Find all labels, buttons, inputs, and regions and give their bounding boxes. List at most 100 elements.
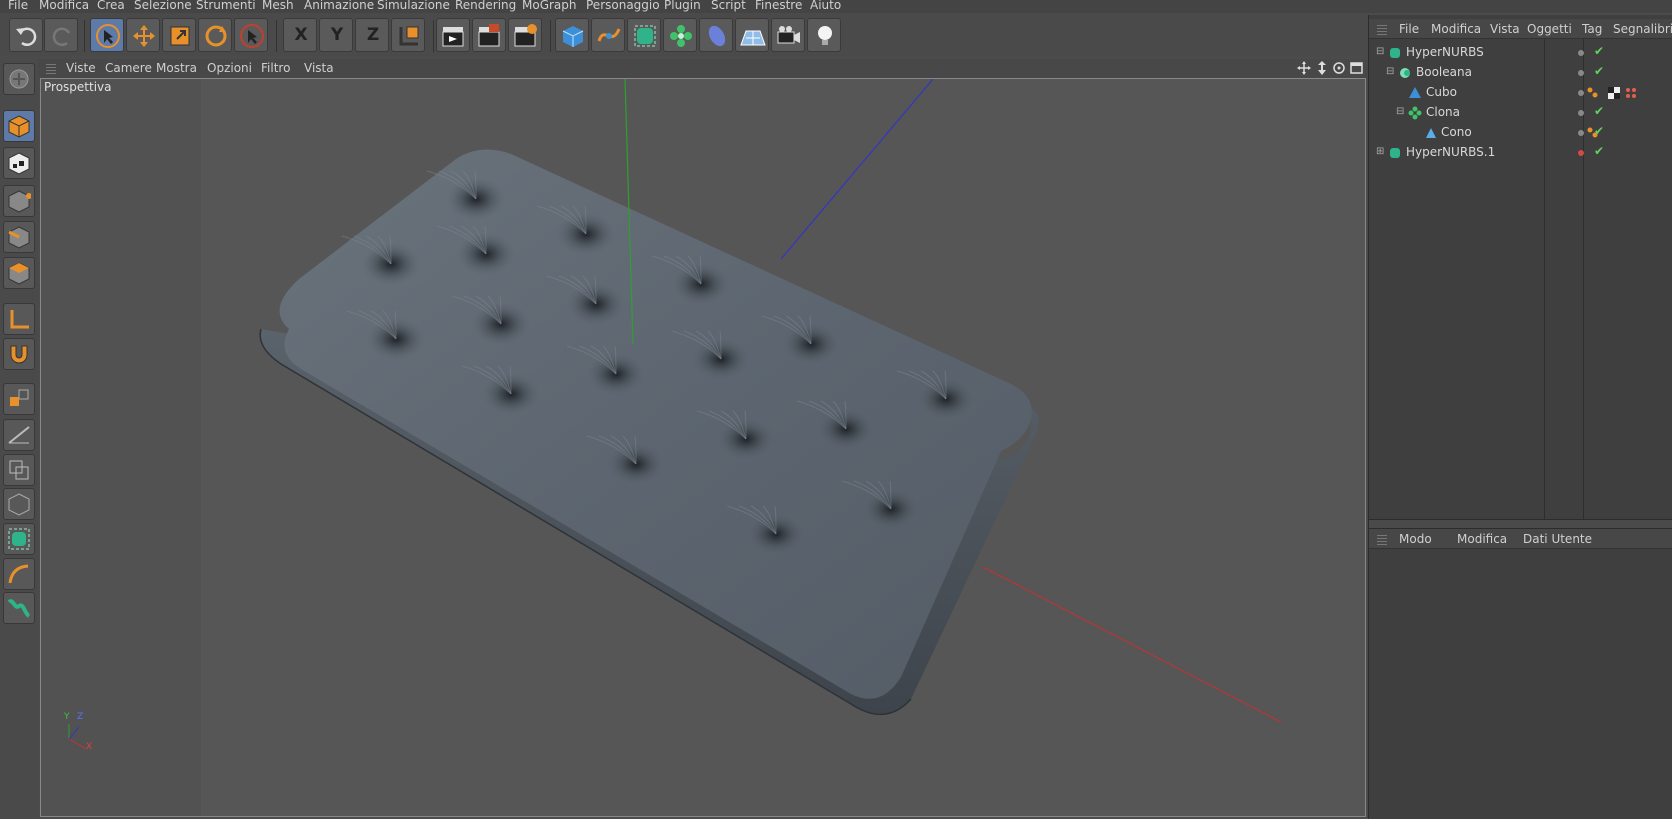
add-cube-button[interactable] bbox=[555, 18, 589, 52]
om-menu-segnalibri[interactable]: Segnalibri bbox=[1613, 22, 1672, 36]
scale-tool-button[interactable] bbox=[162, 18, 196, 52]
collapse-toggle-icon[interactable]: ⊟ bbox=[1376, 46, 1384, 57]
menu-finestre[interactable]: Finestre bbox=[755, 0, 802, 12]
object-row-cubo[interactable]: Cubo bbox=[1368, 83, 1672, 103]
viewport-menu-filtro[interactable]: Filtro bbox=[261, 61, 290, 75]
menu-personaggio[interactable]: Personaggio bbox=[586, 0, 660, 12]
render-picture-viewer-button[interactable] bbox=[472, 18, 506, 52]
om-menu-modifica[interactable]: Modifica bbox=[1431, 22, 1481, 36]
y-axis-lock-button[interactable]: Y bbox=[319, 18, 353, 52]
tweak-mode-button[interactable] bbox=[3, 419, 35, 451]
coordinate-system-button[interactable] bbox=[391, 18, 425, 52]
live-selection-button[interactable] bbox=[90, 18, 124, 52]
undo-button[interactable] bbox=[9, 18, 43, 52]
texture-mode-button[interactable] bbox=[3, 147, 35, 179]
enabled-check-icon[interactable]: ✔ bbox=[1594, 44, 1604, 58]
editor-visibility-dot[interactable] bbox=[1578, 50, 1584, 56]
add-nurbs-button[interactable] bbox=[627, 18, 661, 52]
object-name[interactable]: Cono bbox=[1441, 125, 1472, 139]
render-settings-button[interactable] bbox=[508, 18, 542, 52]
menu-simulazione[interactable]: Simulazione bbox=[377, 0, 450, 12]
dolly-icon[interactable] bbox=[1318, 61, 1326, 75]
axis-mode-button[interactable] bbox=[3, 303, 35, 335]
menu-strumenti[interactable]: Strumenti bbox=[196, 0, 256, 12]
viewport-menu-mostra[interactable]: Mostra bbox=[156, 61, 197, 75]
viewport-camera-label[interactable]: Prospettiva bbox=[44, 80, 112, 94]
menu-plugin[interactable]: Plugin bbox=[664, 0, 701, 12]
pan-icon[interactable] bbox=[1297, 61, 1311, 75]
add-deformer-button[interactable] bbox=[699, 18, 733, 52]
editor-visibility-dot[interactable] bbox=[1578, 70, 1584, 76]
points-mode-button[interactable] bbox=[3, 185, 35, 217]
workplane-button[interactable] bbox=[3, 383, 35, 415]
menu-aiuto[interactable]: Aiuto bbox=[810, 0, 841, 12]
viewport-menu-viste[interactable]: Viste bbox=[66, 61, 96, 75]
add-mograph-button[interactable] bbox=[663, 18, 697, 52]
menu-mograph[interactable]: MoGraph bbox=[522, 0, 577, 12]
om-menu-oggetti[interactable]: Oggetti bbox=[1527, 22, 1572, 36]
object-name[interactable]: Clona bbox=[1426, 105, 1460, 119]
collapse-toggle-icon[interactable]: ⊟ bbox=[1396, 106, 1404, 117]
expand-toggle-icon[interactable]: ⊞ bbox=[1376, 146, 1384, 157]
x-axis-lock-button[interactable]: X bbox=[283, 18, 317, 52]
make-editable-button[interactable] bbox=[3, 63, 35, 95]
am-menu-dati-utente[interactable]: Dati Utente bbox=[1523, 532, 1592, 546]
model-mode-button[interactable] bbox=[3, 110, 35, 142]
object-row-booleana[interactable]: ⊟ Booleana ✔ bbox=[1368, 63, 1672, 83]
viewport-menu-opzioni[interactable]: Opzioni bbox=[207, 61, 252, 75]
add-camera-button[interactable] bbox=[771, 18, 805, 52]
panel-grip-icon[interactable] bbox=[1377, 23, 1387, 35]
uvw-tag-icon[interactable] bbox=[1626, 88, 1636, 98]
object-row-clona[interactable]: ⊟ Clona ✔ bbox=[1368, 103, 1672, 123]
am-menu-modifica[interactable]: Modifica bbox=[1457, 532, 1507, 546]
enabled-check-icon[interactable]: ✔ bbox=[1594, 144, 1604, 158]
panel-grip-icon[interactable] bbox=[1377, 533, 1387, 545]
object-name[interactable]: Cubo bbox=[1426, 85, 1457, 99]
object-name[interactable]: HyperNURBS bbox=[1406, 45, 1484, 59]
orbit-icon[interactable] bbox=[1333, 62, 1345, 74]
menu-script[interactable]: Script bbox=[711, 0, 746, 12]
collapse-toggle-icon[interactable]: ⊟ bbox=[1386, 66, 1394, 77]
hypernurbs-shortcut-button[interactable] bbox=[3, 523, 35, 555]
menu-file[interactable]: File bbox=[8, 0, 28, 12]
phong-tag-icon[interactable] bbox=[1586, 126, 1600, 140]
editor-visibility-dot[interactable] bbox=[1578, 150, 1584, 156]
polygons-mode-button[interactable] bbox=[3, 257, 35, 289]
object-name[interactable]: Booleana bbox=[1416, 65, 1472, 79]
add-light-button[interactable] bbox=[807, 18, 841, 52]
add-environment-button[interactable] bbox=[735, 18, 769, 52]
maximize-view-icon[interactable] bbox=[1350, 62, 1363, 74]
om-menu-vista[interactable]: Vista bbox=[1490, 22, 1520, 36]
am-menu-modo[interactable]: Modo bbox=[1399, 532, 1432, 546]
perspective-viewport[interactable]: Y Z X bbox=[40, 78, 1366, 817]
viewport-menu-vista[interactable]: Vista bbox=[304, 61, 334, 75]
lock-workplane-button[interactable] bbox=[3, 488, 35, 520]
redo-button[interactable] bbox=[44, 18, 78, 52]
menu-modifica[interactable]: Modifica bbox=[39, 0, 89, 12]
solo-mode-button[interactable] bbox=[3, 454, 35, 486]
object-row-hypernurbs-1[interactable]: ⊞ HyperNURBS.1 ✔ bbox=[1368, 143, 1672, 163]
sculpt-shortcut-button[interactable] bbox=[3, 592, 35, 624]
menu-mesh[interactable]: Mesh bbox=[262, 0, 294, 12]
object-row-hypernurbs[interactable]: ⊟ HyperNURBS ✔ bbox=[1368, 43, 1672, 63]
menu-crea[interactable]: Crea bbox=[97, 0, 125, 12]
object-row-cono[interactable]: Cono ✔ bbox=[1368, 123, 1672, 143]
menu-rendering[interactable]: Rendering bbox=[455, 0, 516, 12]
menu-animazione[interactable]: Animazione bbox=[304, 0, 374, 12]
om-menu-file[interactable]: File bbox=[1399, 22, 1419, 36]
render-view-button[interactable] bbox=[436, 18, 470, 52]
enabled-check-icon[interactable]: ✔ bbox=[1594, 64, 1604, 78]
last-tool-button[interactable] bbox=[234, 18, 268, 52]
phong-tag-icon[interactable] bbox=[1587, 87, 1598, 98]
add-spline-button[interactable] bbox=[591, 18, 625, 52]
z-axis-lock-button[interactable]: Z bbox=[355, 18, 389, 52]
editor-visibility-dot[interactable] bbox=[1578, 110, 1584, 116]
menu-selezione[interactable]: Selezione bbox=[134, 0, 192, 12]
panel-grip-icon[interactable] bbox=[46, 62, 56, 74]
move-tool-button[interactable] bbox=[126, 18, 160, 52]
object-name[interactable]: HyperNURBS.1 bbox=[1406, 145, 1495, 159]
snap-button[interactable] bbox=[3, 338, 35, 370]
spline-shortcut-button[interactable] bbox=[3, 558, 35, 590]
enabled-check-icon[interactable]: ✔ bbox=[1594, 104, 1604, 118]
editor-visibility-dot[interactable] bbox=[1578, 130, 1584, 136]
